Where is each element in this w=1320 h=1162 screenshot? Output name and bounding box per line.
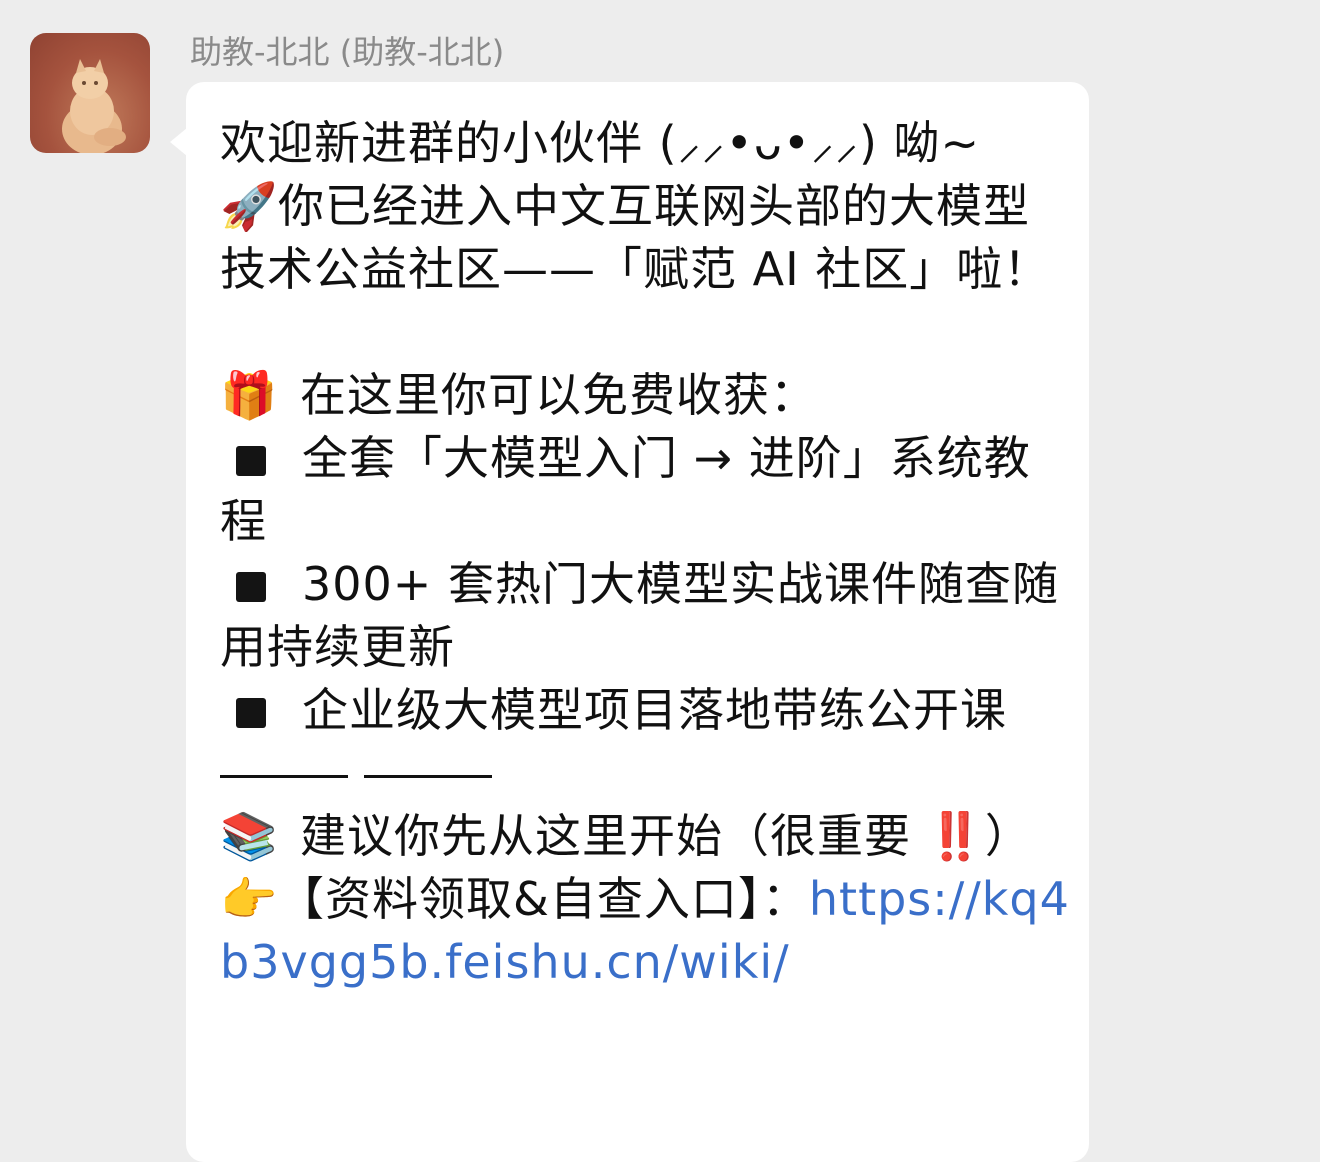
black-square-icon xyxy=(236,698,266,728)
avatar[interactable] xyxy=(30,33,150,153)
start-text: 建议你先从这里开始（很重要 ‼️） xyxy=(300,809,1032,863)
bubble-tail xyxy=(170,128,187,156)
intro-text: 你已经进入中文互联网头部的大模型技术公益社区——「赋范 AI 社区」啦！ xyxy=(220,179,1051,296)
benefit-item: 企业级大模型项目落地带练公开课 xyxy=(220,679,1070,742)
cat-photo xyxy=(62,59,126,153)
start-line: 📚 建议你先从这里开始（很重要 ‼️） xyxy=(220,805,1070,868)
gift-line: 🎁 在这里你可以免费收获： xyxy=(220,364,1070,427)
separator xyxy=(220,742,1070,805)
divider-line xyxy=(364,775,492,778)
black-square-icon xyxy=(236,446,266,476)
divider-line xyxy=(220,775,348,778)
benefit-text: 企业级大模型项目落地带练公开课 xyxy=(302,683,1007,737)
benefit-item: 全套「大模型入门 → 进阶」系统教程 xyxy=(220,427,1070,553)
intro-line: 🚀你已经进入中文互联网头部的大模型技术公益社区——「赋范 AI 社区」啦！ xyxy=(220,175,1070,301)
benefit-text: 300+ 套热门大模型实战课件随查随用持续更新 xyxy=(220,557,1059,674)
rocket-icon: 🚀 xyxy=(220,179,279,233)
gift-icon: 🎁 xyxy=(220,368,279,422)
black-square-icon xyxy=(236,572,266,602)
message-text[interactable]: 欢迎新进群的小伙伴 (⸝⸝•ᴗ•⸝⸝) 呦~ 🚀你已经进入中文互联网头部的大模型… xyxy=(220,112,1070,994)
benefit-text: 全套「大模型入门 → 进阶」系统教程 xyxy=(220,431,1031,548)
entry-label: 【资料领取&自查入口】： xyxy=(278,872,809,926)
books-icon: 📚 xyxy=(220,809,279,863)
sender-name: 助教-北北 (助教-北北) xyxy=(190,33,505,71)
gift-text: 在这里你可以免费收获： xyxy=(300,368,817,422)
pointing-hand-icon: 👉 xyxy=(220,872,279,926)
entry-line: 👉【资料领取&自查入口】：https://kq4b3vgg5b.feishu.c… xyxy=(220,868,1070,994)
greeting-line: 欢迎新进群的小伙伴 (⸝⸝•ᴗ•⸝⸝) 呦~ xyxy=(220,116,981,170)
benefit-item: 300+ 套热门大模型实战课件随查随用持续更新 xyxy=(220,553,1070,679)
